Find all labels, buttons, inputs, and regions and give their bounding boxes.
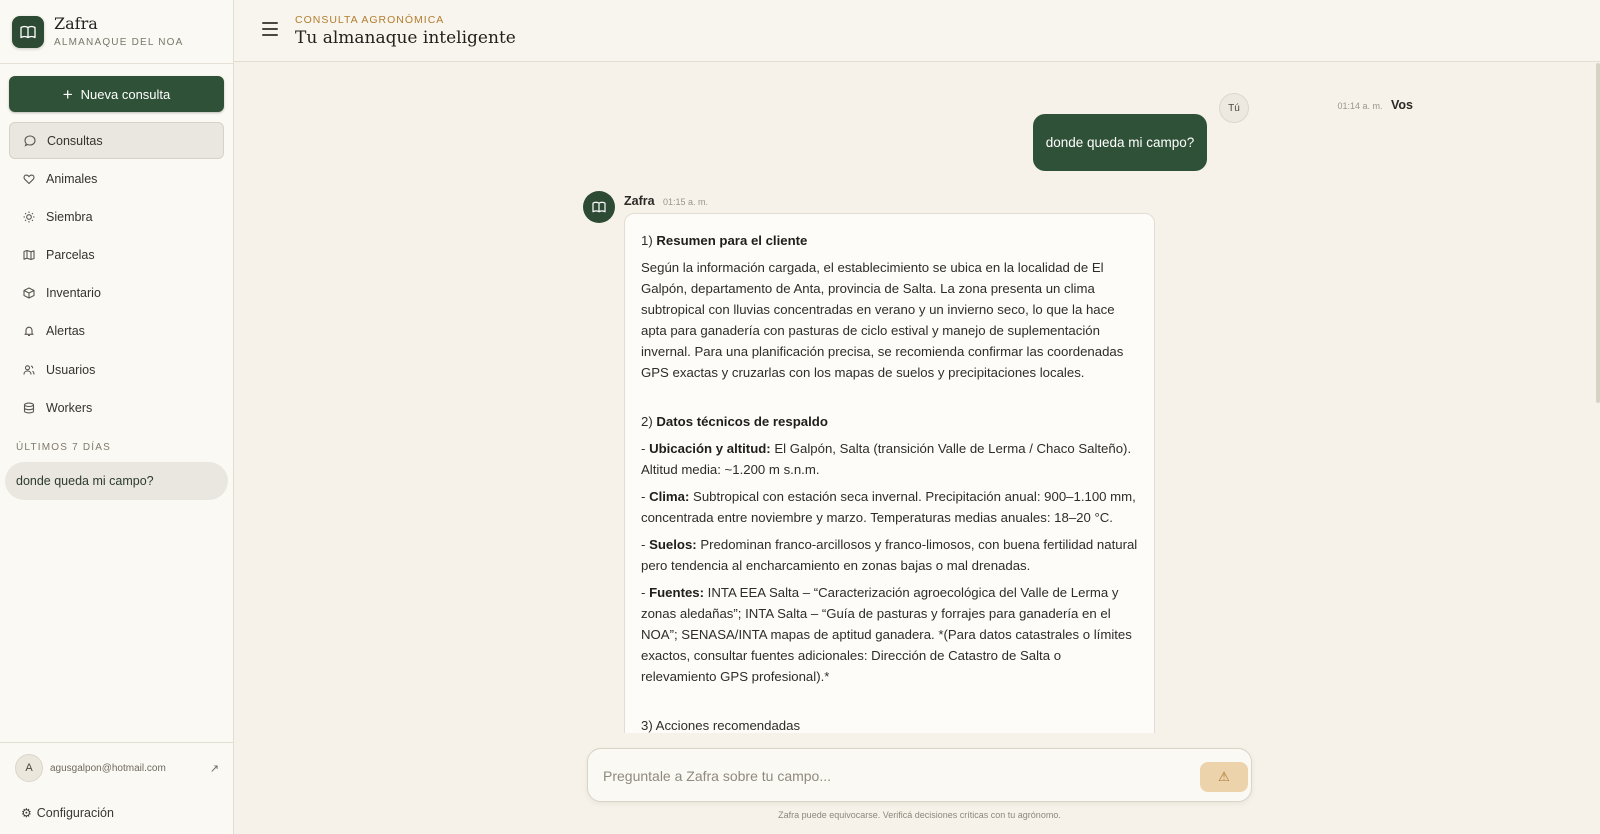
sidebar-item-alertas[interactable]: Alertas (9, 313, 224, 350)
users-icon (22, 363, 36, 377)
new-consulta-button[interactable]: + Nueva consulta (9, 76, 224, 112)
section-heading: 2) Datos técnicos de respaldo (641, 414, 828, 429)
sidebar-item-label: Consultas (47, 133, 103, 148)
database-icon (22, 401, 36, 415)
user-message-meta: 01:14 a. m. Vos (1138, 96, 1413, 114)
box-icon (22, 286, 36, 300)
summary-paragraph: Según la información cargada, el estable… (641, 260, 1124, 380)
brand: Zafra ALMANAQUE DEL NOA (0, 0, 233, 64)
chat-area[interactable]: 01:14 a. m. Vos Tú donde queda mi campo?… (234, 63, 1600, 733)
menu-icon[interactable] (262, 22, 278, 36)
bullet-item: - Clima: Subtropical con estación seca i… (641, 489, 1136, 525)
bot-message-time: 01:15 a. m. (663, 197, 709, 207)
sun-icon (22, 210, 36, 224)
sidebar-item-label: Alertas (46, 324, 85, 339)
bot-message-card: 1) Resumen para el cliente Según la info… (624, 213, 1155, 733)
book-icon[interactable] (12, 15, 44, 48)
bullet-item: - Suelos: Predominan franco-arcillosos y… (641, 537, 1138, 573)
section-heading-partial: 3) Acciones recomendadas (641, 718, 801, 733)
user-message-name: Vos (1391, 98, 1413, 112)
scrollbar[interactable] (1596, 63, 1600, 733)
bullet-item: - Ubicación y altitud: El Galpón, Salta … (641, 441, 1132, 477)
sidebar-item-usuarios[interactable]: Usuarios (9, 351, 224, 388)
bot-message-meta: Zafra 01:15 a. m. (624, 192, 708, 210)
user-message-time: 01:14 a. m. (1337, 101, 1383, 111)
page-title: Tu almanaque inteligente (295, 28, 516, 48)
message-input[interactable] (603, 765, 1163, 787)
chat-bubble-icon (23, 134, 37, 148)
sidebar-item-label: Siembra (46, 209, 93, 224)
disclaimer: Zafra puede equivocarse. Verificá decisi… (778, 810, 1061, 820)
history-item[interactable]: donde queda mi campo? (5, 462, 228, 500)
sidebar-item-label: Usuarios (46, 362, 96, 377)
sidebar-item-siembra[interactable]: Siembra (9, 198, 224, 235)
plus-icon: + (62, 84, 73, 104)
user-avatar: Tú (1219, 93, 1249, 123)
new-consulta-label: Nueva consulta (80, 86, 171, 102)
heart-icon (22, 172, 36, 186)
history-section-label: ÚLTIMOS 7 DÍAS (16, 442, 111, 453)
sidebar-item-parcelas[interactable]: Parcelas (9, 237, 224, 274)
warning-triangle-icon[interactable]: ⚠ (1200, 762, 1248, 792)
sidebar-footer: A agusgalpon@hotmail.com ↗ ⚙ Configuraci… (0, 742, 234, 833)
book-icon (583, 191, 615, 223)
external-link-icon[interactable]: ↗ (210, 762, 219, 775)
sidebar-item-animales[interactable]: Animales (9, 160, 224, 197)
sidebar-item-consultas[interactable]: Consultas (9, 122, 224, 159)
config-label: Configuración (36, 806, 114, 820)
brand-name: Zafra (54, 14, 98, 33)
user-account[interactable]: A agusgalpon@hotmail.com ↗ (0, 743, 234, 793)
message-composer: ⚠ (587, 748, 1252, 802)
header-eyebrow: CONSULTA AGRONÓMICA (295, 14, 445, 26)
avatar: A (15, 754, 43, 782)
bell-icon (22, 324, 36, 338)
sidebar: Zafra ALMANAQUE DEL NOA + Nueva consulta… (0, 0, 234, 834)
bullet-item: - Fuentes: INTA EEA Salta – “Caracteriza… (641, 585, 1132, 684)
section-heading: 1) Resumen para el cliente (641, 233, 808, 248)
sidebar-item-label: Animales (46, 171, 98, 186)
bot-message-name: Zafra (624, 194, 655, 208)
sidebar-nav: Consultas Animales Siembra Parcelas Inve… (9, 122, 224, 428)
sidebar-item-workers[interactable]: Workers (9, 389, 224, 426)
user-message-bubble: donde queda mi campo? (1033, 114, 1207, 171)
sidebar-item-inventario[interactable]: Inventario (9, 275, 224, 312)
map-icon (22, 248, 36, 262)
header: CONSULTA AGRONÓMICA Tu almanaque intelig… (234, 0, 1600, 62)
config-link[interactable]: ⚙ Configuración (0, 793, 234, 833)
brand-subtitle: ALMANAQUE DEL NOA (54, 37, 184, 48)
user-email: agusgalpon@hotmail.com (50, 762, 166, 774)
sidebar-item-label: Inventario (46, 286, 101, 301)
sidebar-item-label: Workers (46, 400, 93, 415)
gear-icon: ⚙ (21, 806, 32, 820)
sidebar-item-label: Parcelas (46, 248, 95, 263)
